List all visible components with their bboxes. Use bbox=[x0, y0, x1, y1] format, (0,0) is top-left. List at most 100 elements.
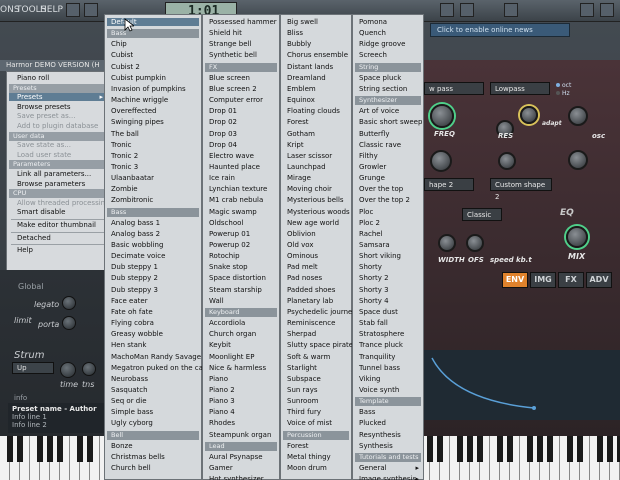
black-key[interactable] bbox=[17, 436, 23, 462]
preset-item-shorty-4[interactable]: Shorty 4 bbox=[359, 297, 389, 305]
envelope-graph[interactable] bbox=[424, 350, 620, 420]
preset-item-metal-thingy[interactable]: Metal thingy bbox=[287, 453, 331, 461]
preset-item-reminiscence[interactable]: Reminiscence bbox=[287, 319, 335, 327]
preset-item-zombie[interactable]: Zombie bbox=[111, 185, 138, 193]
preset-item-hot-synthesizer[interactable]: Hot synthesizer bbox=[209, 475, 264, 480]
preset-item-piano-2[interactable]: Piano 2 bbox=[209, 386, 235, 394]
black-key[interactable] bbox=[7, 436, 13, 462]
preset-item-cubist-2[interactable]: Cubist 2 bbox=[111, 63, 140, 71]
menu-item-browse-presets[interactable]: Browse presets bbox=[17, 103, 71, 111]
tab-adv[interactable]: ADV bbox=[586, 272, 612, 288]
preset-item-rachel[interactable]: Rachel bbox=[359, 230, 383, 238]
strum-direction-select[interactable]: Up bbox=[12, 362, 54, 374]
preset-item-voice-synth[interactable]: Voice synth bbox=[359, 386, 399, 394]
preset-item-cubist-pumpkin[interactable]: Cubist pumpkin bbox=[111, 74, 166, 82]
preset-item-christmas-bells[interactable]: Christmas bells bbox=[111, 453, 165, 461]
black-key[interactable] bbox=[577, 436, 583, 462]
tab-env[interactable]: ENV bbox=[502, 272, 528, 288]
preset-item-subspace[interactable]: Subspace bbox=[287, 375, 321, 383]
toolbar-button[interactable] bbox=[504, 3, 518, 17]
preset-item-trance-pluck[interactable]: Trance pluck bbox=[359, 341, 403, 349]
preset-item-growler[interactable]: Growler bbox=[359, 163, 386, 171]
preset-item-accordiola[interactable]: Accordiola bbox=[209, 319, 245, 327]
preset-item-fate-oh-fate[interactable]: Fate oh fate bbox=[111, 308, 153, 316]
preset-item-simple-bass[interactable]: Simple bass bbox=[111, 408, 153, 416]
preset-item-magic-swamp[interactable]: Magic swamp bbox=[209, 208, 257, 216]
preset-item-space-distortion[interactable]: Space distortion bbox=[209, 274, 266, 282]
preset-item-swinging-pipes[interactable]: Swinging pipes bbox=[111, 118, 164, 126]
preset-item-invasion-of-pumpkins[interactable]: Invasion of pumpkins bbox=[111, 85, 186, 93]
strum-tns-knob[interactable] bbox=[82, 362, 96, 376]
preset-item-drop-03[interactable]: Drop 03 bbox=[209, 130, 237, 138]
preset-item-piano[interactable]: Piano bbox=[209, 375, 228, 383]
preset-item-padded-shoes[interactable]: Padded shoes bbox=[287, 286, 335, 294]
res-knob-2[interactable] bbox=[498, 152, 516, 170]
preset-item-rhodes[interactable]: Rhodes bbox=[209, 419, 235, 427]
preset-item-bliss[interactable]: Bliss bbox=[287, 29, 303, 37]
preset-item-laser-scissor[interactable]: Laser scissor bbox=[287, 152, 332, 160]
preset-item-ploc-2[interactable]: Ploc 2 bbox=[359, 219, 380, 227]
preset-item-keybit[interactable]: Keybit bbox=[209, 341, 231, 349]
preset-item-space-dust[interactable]: Space dust bbox=[359, 308, 398, 316]
preset-item-m1-crab-nebula[interactable]: M1 crab nebula bbox=[209, 196, 263, 204]
preset-item-machoman-randy-savage[interactable]: MachoMan Randy Savage bbox=[111, 353, 201, 361]
black-key[interactable] bbox=[87, 436, 93, 462]
preset-item-chorus-ensemble[interactable]: Chorus ensemble bbox=[287, 51, 348, 59]
preset-item-old-vox[interactable]: Old vox bbox=[287, 241, 313, 249]
plugin-title-bar[interactable]: Harmor DEMO VERSION (H bbox=[0, 60, 104, 71]
preset-item-electro-wave[interactable]: Electro wave bbox=[209, 152, 254, 160]
black-key[interactable] bbox=[467, 436, 473, 462]
black-key[interactable] bbox=[527, 436, 533, 462]
preset-item-tronic-3[interactable]: Tronic 3 bbox=[111, 163, 138, 171]
tab-img[interactable]: IMG bbox=[530, 272, 556, 288]
preset-item-basic-wobbling[interactable]: Basic wobbling bbox=[111, 241, 163, 249]
preset-item-drop-04[interactable]: Drop 04 bbox=[209, 141, 237, 149]
preset-item-soft-warm[interactable]: Soft & warm bbox=[287, 353, 330, 361]
preset-item-dub-steppy-1[interactable]: Dub steppy 1 bbox=[111, 263, 158, 271]
menu-item-browse-parameters[interactable]: Browse parameters bbox=[17, 180, 85, 188]
preset-item-haunted-place[interactable]: Haunted place bbox=[209, 163, 260, 171]
shape2-select[interactable]: Custom shape 2 bbox=[490, 178, 552, 201]
preset-item-mysterious-woods[interactable]: Mysterious woods bbox=[287, 208, 350, 216]
preset-item-mirage[interactable]: Mirage bbox=[287, 174, 311, 182]
preset-item-pad-noses[interactable]: Pad noses bbox=[287, 274, 322, 282]
preset-item-powerup-02[interactable]: Powerup 02 bbox=[209, 241, 250, 249]
preset-item-synthetic-bell[interactable]: Synthetic bell bbox=[209, 51, 257, 59]
toolbar-button[interactable] bbox=[600, 3, 614, 17]
preset-item-ridge-groove[interactable]: Ridge groove bbox=[359, 40, 405, 48]
preset-item-shorty-3[interactable]: Shorty 3 bbox=[359, 286, 389, 294]
black-key[interactable] bbox=[547, 436, 553, 462]
preset-item-shorty[interactable]: Shorty bbox=[359, 263, 382, 271]
preset-item-moving-choir[interactable]: Moving choir bbox=[287, 185, 332, 193]
black-key[interactable] bbox=[427, 436, 433, 462]
toolbar-button[interactable] bbox=[440, 3, 454, 17]
preset-item-computer-error[interactable]: Computer error bbox=[209, 96, 263, 104]
strum-time-knob[interactable] bbox=[60, 362, 76, 378]
preset-item-slutty-space-pirate[interactable]: Slutty space pirate bbox=[287, 341, 353, 349]
preset-item-third-fury[interactable]: Third fury bbox=[287, 408, 321, 416]
preset-item-space-pluck[interactable]: Space pluck bbox=[359, 74, 401, 82]
preset-item-overeffected[interactable]: Overeffected bbox=[111, 107, 156, 115]
preset-item-bonze[interactable]: Bonze bbox=[111, 442, 133, 450]
preset-item-tronic-2[interactable]: Tronic 2 bbox=[111, 152, 138, 160]
preset-item-string-section[interactable]: String section bbox=[359, 85, 407, 93]
preset-item-sherpad[interactable]: Sherpad bbox=[287, 330, 316, 338]
black-key[interactable] bbox=[507, 436, 513, 462]
preset-item-art-of-voice[interactable]: Art of voice bbox=[359, 107, 399, 115]
preset-item-church-organ[interactable]: Church organ bbox=[209, 330, 256, 338]
ofs2-knob[interactable] bbox=[466, 234, 484, 252]
black-key[interactable] bbox=[477, 436, 483, 462]
preset-item-shield-hit[interactable]: Shield hit bbox=[209, 29, 242, 37]
preset-item-basic-short-sweep[interactable]: Basic short sweep bbox=[359, 118, 422, 126]
preset-item-analog-bass-1[interactable]: Analog bass 1 bbox=[111, 219, 160, 227]
osc-knob[interactable] bbox=[568, 106, 588, 126]
freq-knob[interactable] bbox=[430, 104, 454, 128]
preset-item-greasy-wobble[interactable]: Greasy wobble bbox=[111, 330, 163, 338]
black-key[interactable] bbox=[457, 436, 463, 462]
preset-item-ulaanbaatar[interactable]: Ulaanbaatar bbox=[111, 174, 154, 182]
preset-item-emblem[interactable]: Emblem bbox=[287, 85, 316, 93]
preset-item-filthy[interactable]: Filthy bbox=[359, 152, 378, 160]
filter-knob-2[interactable] bbox=[430, 150, 452, 172]
preset-item-forest[interactable]: Forest bbox=[287, 442, 308, 450]
preset-item-pad-melt[interactable]: Pad melt bbox=[287, 263, 318, 271]
